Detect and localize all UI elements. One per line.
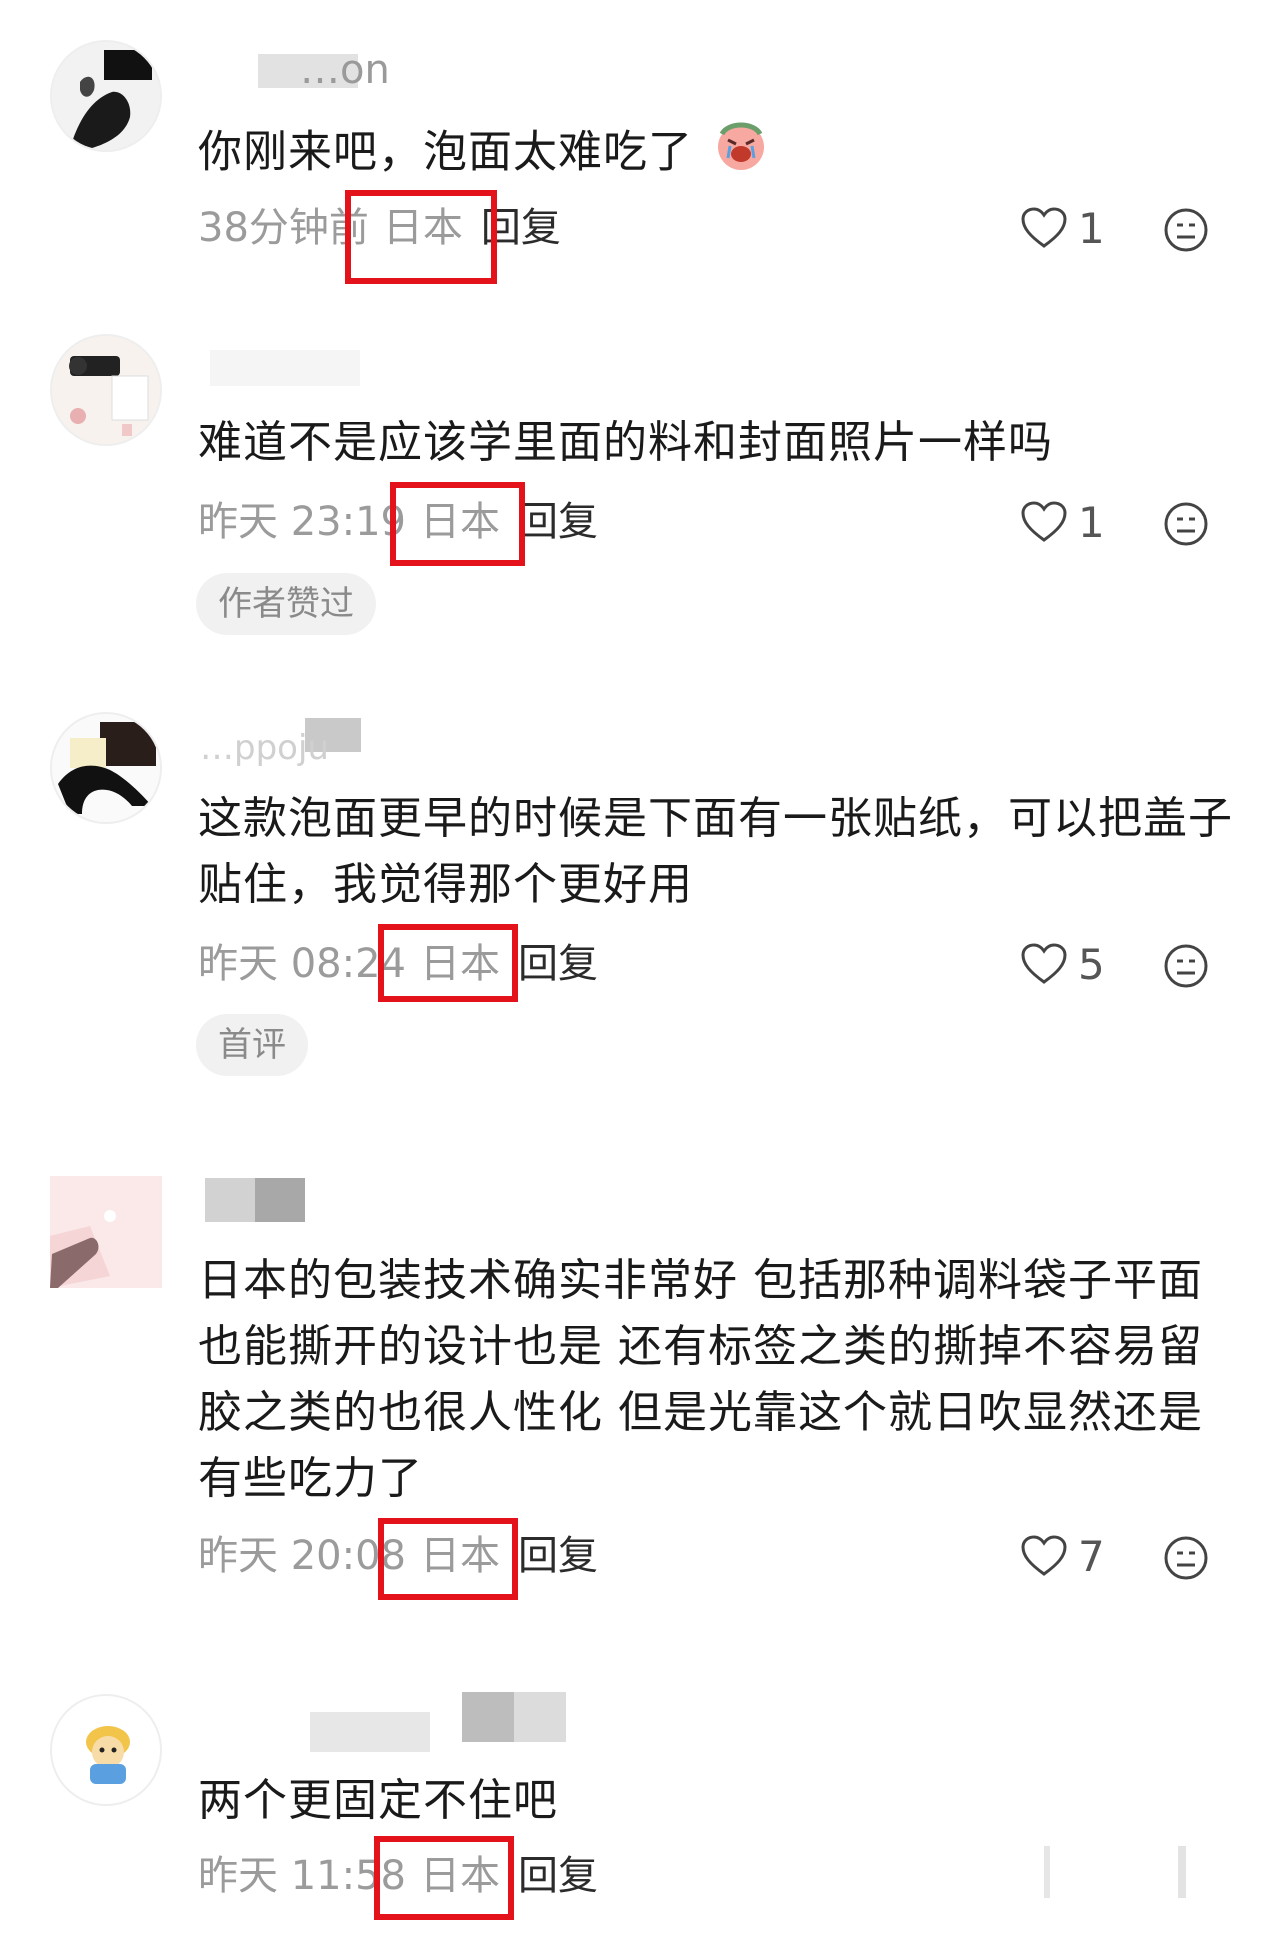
- comment-text-content: 两个更固定不住吧: [198, 1775, 558, 1826]
- dislike-face-icon[interactable]: [1162, 1534, 1210, 1582]
- comment-text-content: 这款泡面更早的时候是下面有一张贴纸，可以把盖子贴住，我觉得那个更好用: [198, 793, 1233, 910]
- username-blur: [462, 1692, 514, 1742]
- reply-button[interactable]: 回复: [518, 1533, 598, 1579]
- location-highlight-box: [378, 924, 518, 1002]
- avatar-image: [52, 714, 160, 822]
- like-button-partial[interactable]: [1044, 1846, 1050, 1898]
- like-count: 5: [1078, 939, 1105, 989]
- like-button[interactable]: 1: [1020, 198, 1105, 258]
- avatar[interactable]: [50, 1176, 162, 1288]
- location-highlight-box: [345, 190, 497, 284]
- comment-text-content: 难道不是应该学里面的料和封面照片一样吗: [198, 417, 1053, 468]
- username-blur: [210, 350, 360, 386]
- heart-icon: [1021, 501, 1067, 542]
- username-blur: [255, 1178, 305, 1222]
- crying-face-emoji-icon: [714, 118, 768, 191]
- like-count: 1: [1078, 203, 1105, 253]
- avatar[interactable]: [50, 712, 162, 824]
- like-button[interactable]: 7: [1020, 1526, 1105, 1586]
- location-highlight-box: [390, 482, 525, 566]
- comment-time: 38分钟前: [198, 205, 369, 251]
- comment-text: 你刚来吧，泡面太难吃了: [198, 118, 1238, 191]
- location-highlight-box: [374, 1836, 514, 1920]
- avatar-image: [50, 1176, 162, 1288]
- comment-text-content: 日本的包装技术确实非常好 包括那种调料袋子平面也能撕开的设计也是 还有标签之类的…: [198, 1255, 1203, 1504]
- heart-icon: [1021, 943, 1067, 984]
- avatar[interactable]: [50, 40, 162, 152]
- dislike-button-partial[interactable]: [1178, 1846, 1186, 1898]
- location-highlight-box: [378, 1518, 518, 1600]
- comment-time: 昨天 23:19: [198, 499, 406, 545]
- dislike-face-icon[interactable]: [1162, 942, 1210, 990]
- comment-text: 难道不是应该学里面的料和封面照片一样吗: [198, 410, 1238, 476]
- avatar[interactable]: [50, 1694, 162, 1806]
- username-blur: [205, 1178, 255, 1222]
- reply-button[interactable]: 回复: [518, 941, 598, 987]
- dislike-face-icon[interactable]: [1162, 206, 1210, 254]
- avatar-image: [52, 42, 160, 150]
- username-blur: [514, 1692, 566, 1742]
- dislike-face-icon[interactable]: [1162, 500, 1210, 548]
- heart-icon: [1021, 207, 1067, 248]
- comment-text-content: 你刚来吧，泡面太难吃了: [198, 126, 693, 178]
- comment-text: 日本的包装技术确实非常好 包括那种调料袋子平面也能撕开的设计也是 还有标签之类的…: [198, 1248, 1238, 1512]
- first-comment-badge: 首评: [196, 1014, 308, 1076]
- username-blur: [310, 1712, 430, 1752]
- username[interactable]: …ppoju: [200, 726, 329, 770]
- comment-time: 昨天 20:08: [198, 1533, 406, 1579]
- author-liked-badge: 作者赞过: [196, 573, 376, 635]
- comment-text: 这款泡面更早的时候是下面有一张贴纸，可以把盖子贴住，我觉得那个更好用: [198, 786, 1238, 918]
- avatar[interactable]: [50, 334, 162, 446]
- avatar-image: [52, 1696, 160, 1804]
- like-count: 1: [1078, 497, 1105, 547]
- like-count: 7: [1078, 1531, 1105, 1581]
- username[interactable]: …on: [300, 48, 390, 92]
- reply-button[interactable]: 回复: [518, 1853, 598, 1899]
- comment-text: 两个更固定不住吧: [198, 1768, 1238, 1834]
- avatar-image: [52, 336, 160, 444]
- comment-time: 昨天 08:24: [198, 941, 406, 987]
- like-button[interactable]: 1: [1020, 492, 1105, 552]
- heart-icon: [1021, 1535, 1067, 1576]
- reply-button[interactable]: 回复: [518, 499, 598, 545]
- like-button[interactable]: 5: [1020, 934, 1105, 994]
